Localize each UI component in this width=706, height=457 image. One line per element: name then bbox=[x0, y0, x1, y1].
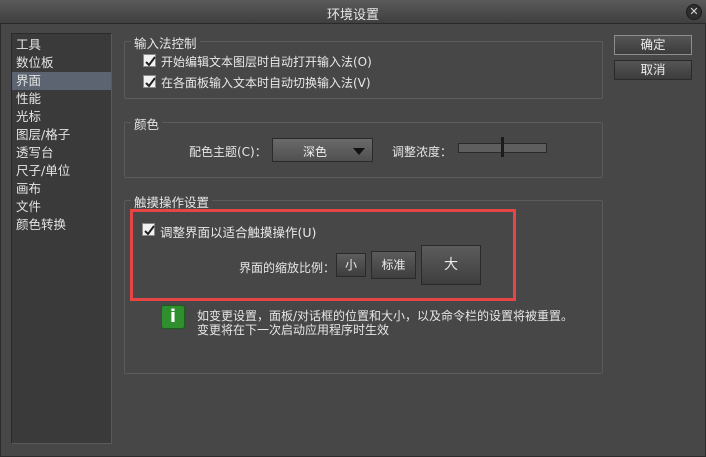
sidebar-item-ruler-unit[interactable]: 尺子/单位 bbox=[12, 162, 111, 180]
info-text-line2: 变更将在下一次启动应用程序时生效 bbox=[197, 323, 390, 337]
density-label: 调整浓度： bbox=[392, 145, 453, 159]
chevron-down-icon bbox=[353, 148, 365, 155]
touch-mode-checkbox[interactable] bbox=[142, 223, 155, 236]
info-icon: i bbox=[161, 305, 185, 329]
scale-small-button[interactable]: 小 bbox=[336, 253, 366, 277]
sidebar-item-file[interactable]: 文件 bbox=[12, 198, 111, 216]
ok-button[interactable]: 确定 bbox=[614, 35, 692, 55]
sidebar-item-canvas[interactable]: 画布 bbox=[12, 180, 111, 198]
checkmark-icon bbox=[145, 56, 156, 67]
scale-standard-button[interactable]: 标准 bbox=[371, 251, 416, 279]
auto-open-ime-label[interactable]: 开始编辑文本图层时自动打开输入法(O) bbox=[161, 53, 372, 70]
scale-label: 界面的缩放比例： bbox=[239, 261, 336, 275]
sidebar-item-layer-grid[interactable]: 图层/格子 bbox=[12, 126, 111, 144]
density-slider-thumb[interactable] bbox=[501, 137, 504, 157]
color-group-title: 颜色 bbox=[131, 114, 163, 133]
window-title: 环境设置 bbox=[326, 8, 379, 23]
ime-group-title: 输入法控制 bbox=[131, 33, 200, 52]
sidebar-item-cursor[interactable]: 光标 bbox=[12, 108, 111, 126]
auto-switch-ime-checkbox[interactable] bbox=[143, 75, 156, 88]
touch-mode-label[interactable]: 调整界面以适合触摸操作(U) bbox=[160, 222, 316, 241]
sidebar-item-interface[interactable]: 界面 bbox=[12, 72, 111, 90]
theme-label: 配色主题(C)： bbox=[189, 145, 267, 159]
theme-select[interactable]: 深色 bbox=[272, 138, 373, 162]
cancel-button[interactable]: 取消 bbox=[614, 60, 692, 80]
theme-value: 深色 bbox=[303, 145, 328, 159]
close-icon[interactable]: ✕ bbox=[686, 4, 702, 20]
category-list: 工具 数位板 界面 性能 光标 图层/格子 透写台 尺子/单位 画布 文件 颜色… bbox=[11, 33, 112, 444]
sidebar-item-light-table[interactable]: 透写台 bbox=[12, 144, 111, 162]
auto-switch-ime-label[interactable]: 在各面板输入文本时自动切换输入法(V) bbox=[161, 74, 371, 91]
sidebar-item-color-conversion[interactable]: 颜色转换 bbox=[12, 216, 111, 234]
checkmark-icon bbox=[144, 225, 155, 236]
title-bar: 环境设置 ✕ bbox=[0, 0, 706, 24]
sidebar-item-performance[interactable]: 性能 bbox=[12, 90, 111, 108]
sidebar-item-tablet[interactable]: 数位板 bbox=[12, 54, 111, 72]
scale-large-button[interactable]: 大 bbox=[421, 245, 481, 285]
checkmark-icon bbox=[145, 77, 156, 88]
sidebar-item-tools[interactable]: 工具 bbox=[12, 36, 111, 54]
auto-open-ime-checkbox[interactable] bbox=[143, 54, 156, 67]
